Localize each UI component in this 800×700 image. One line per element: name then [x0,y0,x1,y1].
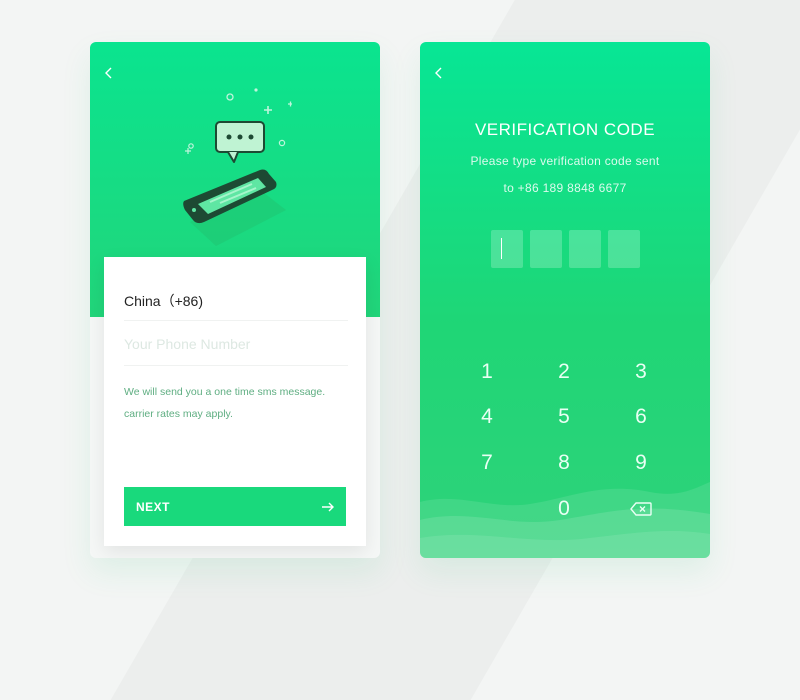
keypad-key-0[interactable]: 0 [534,492,594,526]
code-digit-box[interactable] [530,230,562,268]
phone-number-input[interactable] [124,329,348,359]
keypad-key-3[interactable]: 3 [611,355,671,389]
chevron-left-icon[interactable] [428,64,450,86]
arrow-right-icon [322,502,334,511]
phone-verification-screen: VERIFICATION CODE Please type verificati… [420,42,710,558]
phone-login-screen: China（+86) We will send you a one time s… [90,42,380,558]
verification-phone: to +86 189 8848 6677 [503,181,627,195]
keypad-key-1[interactable]: 1 [457,355,517,389]
verification-subtitle: Please type verification code sent [470,154,660,168]
keypad-key-9[interactable]: 9 [611,446,671,480]
keypad-key-2[interactable]: 2 [534,355,594,389]
code-digit-box[interactable] [491,230,523,268]
chevron-left-icon[interactable] [98,64,120,86]
sms-hint: We will send you a one time sms message.… [124,381,356,425]
text-caret [501,238,502,259]
divider [124,365,348,366]
divider [124,320,348,321]
keypad-key-7[interactable]: 7 [457,446,517,480]
keypad-key-6[interactable]: 6 [611,400,671,434]
country-selector[interactable]: China（+86) [124,291,203,311]
next-button-label: NEXT [136,499,171,514]
keypad-key-5[interactable]: 5 [534,400,594,434]
next-button[interactable]: NEXT [124,487,346,526]
phone-message-illustration [183,88,292,246]
verification-title: VERIFICATION CODE [474,120,656,139]
backspace-icon[interactable] [611,492,671,526]
sms-hint-line: carrier rates may apply. [124,408,233,420]
keypad-key-4[interactable]: 4 [457,400,517,434]
sms-hint-line: We will send you a one time sms message. [124,386,326,398]
code-digit-box[interactable] [569,230,601,268]
phone-entry-card: China（+86) We will send you a one time s… [104,257,366,546]
keypad-key-8[interactable]: 8 [534,446,594,480]
code-digit-box[interactable] [608,230,640,268]
